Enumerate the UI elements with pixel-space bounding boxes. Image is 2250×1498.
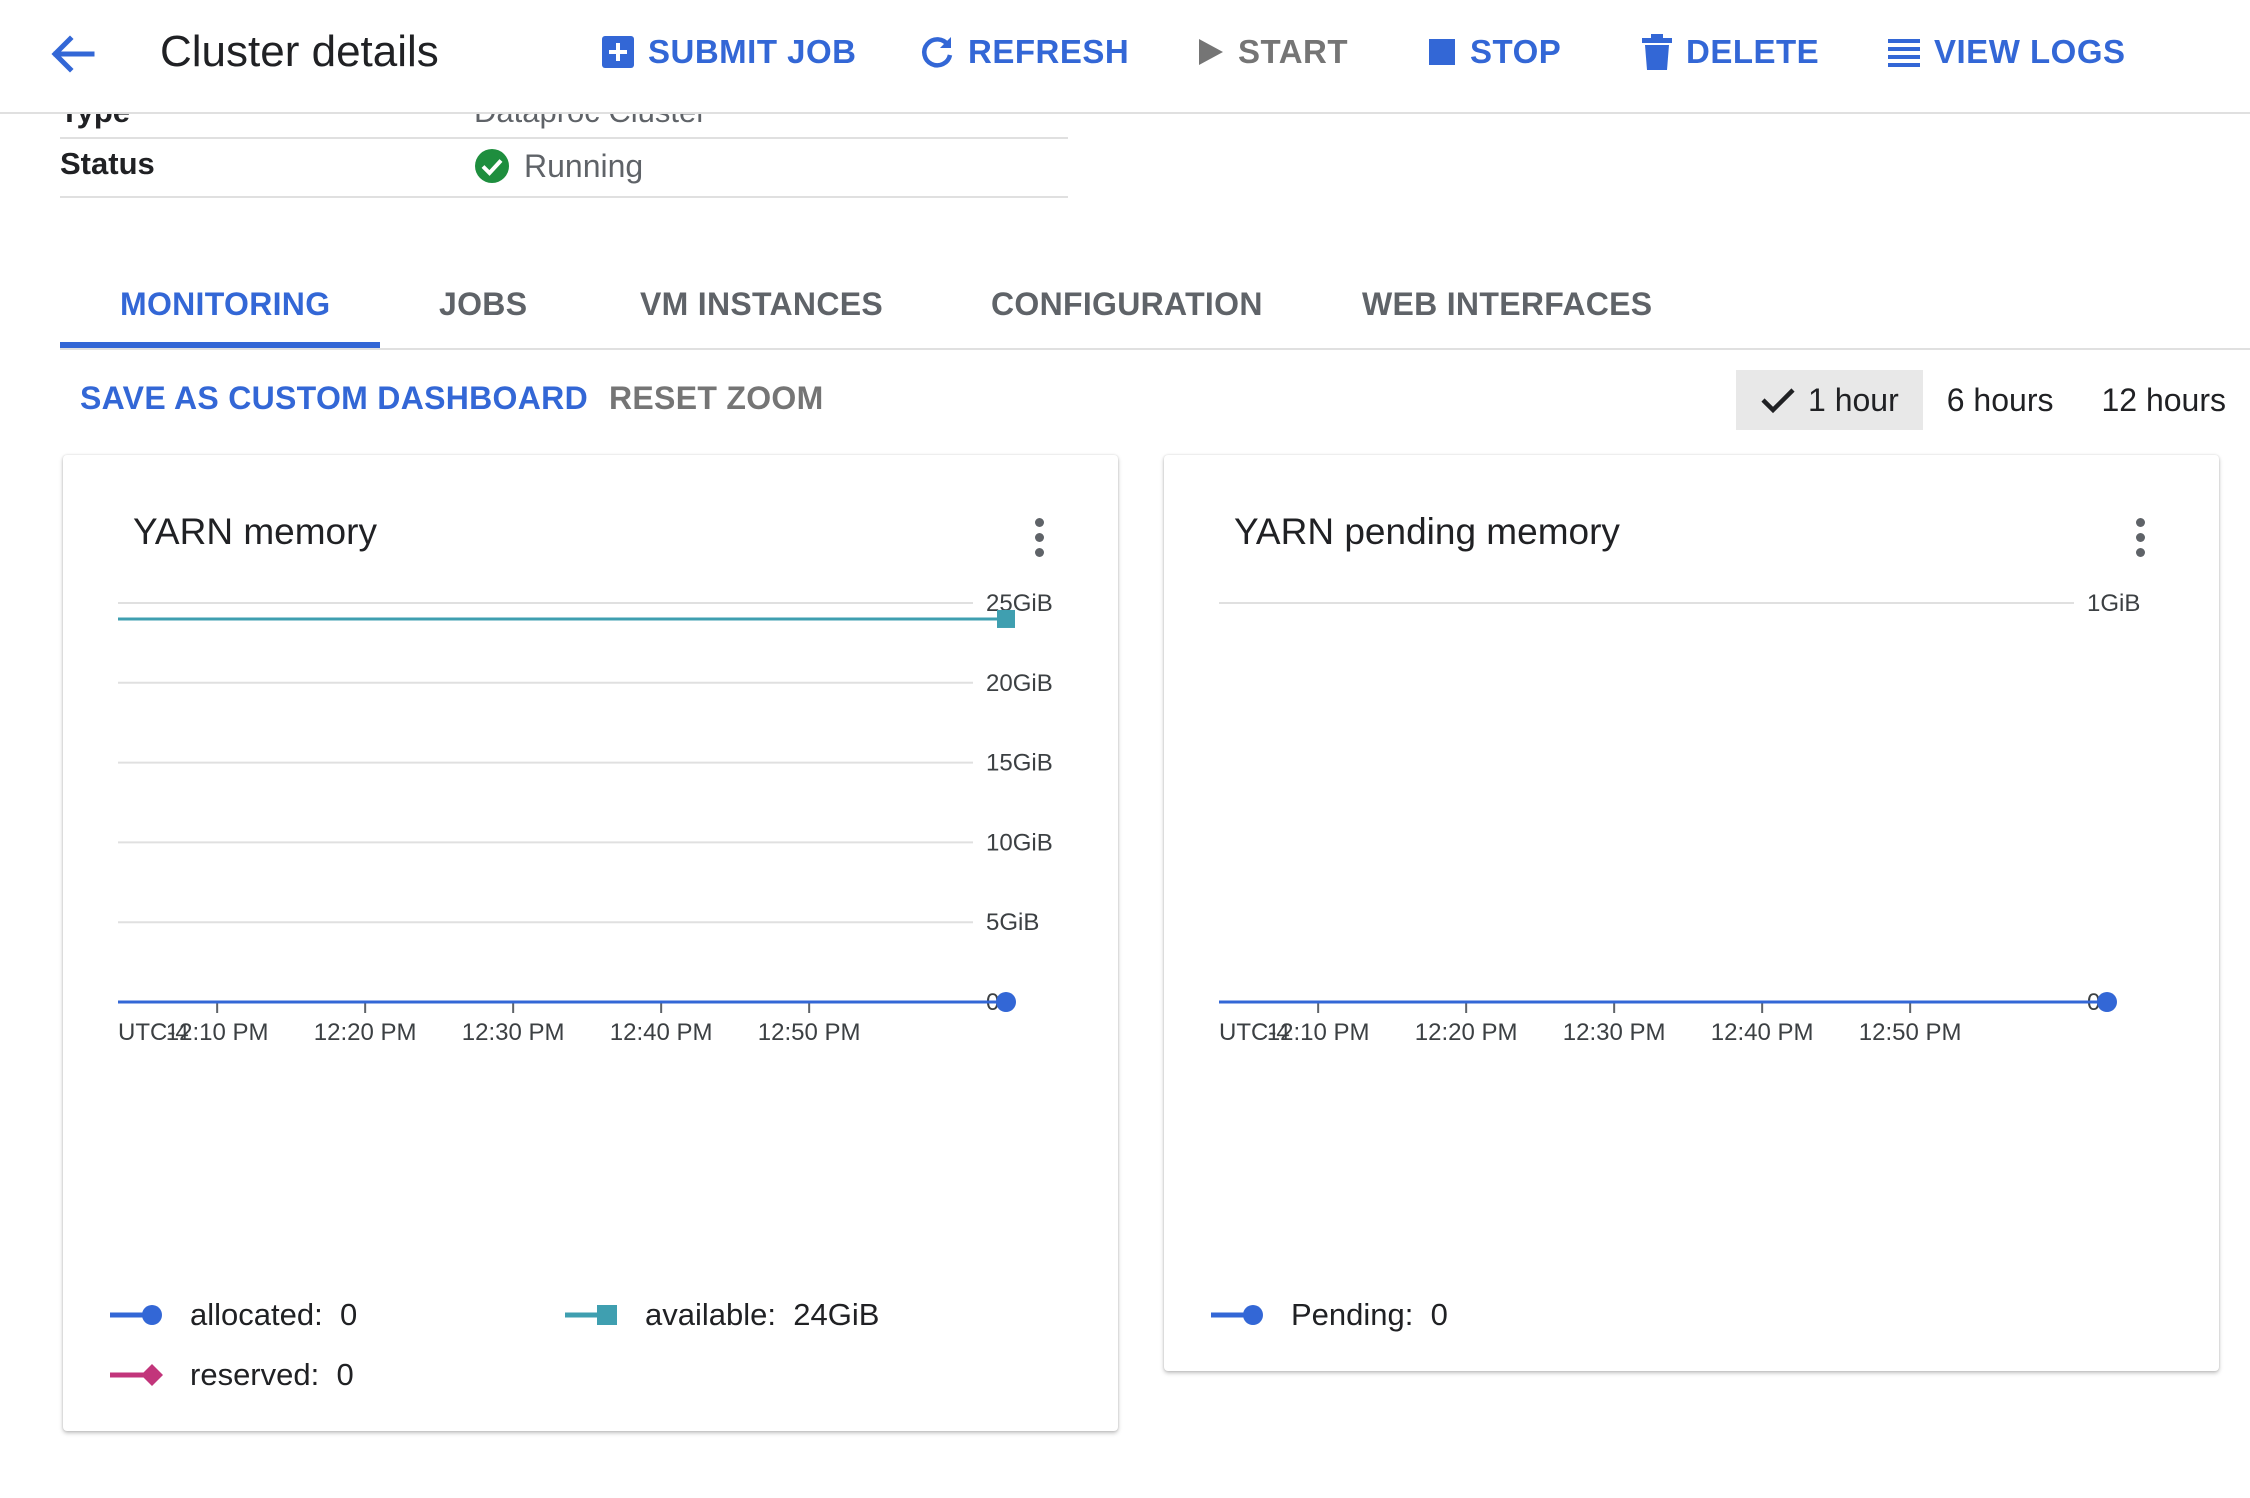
delete-button[interactable]: DELETE — [1640, 24, 1819, 80]
tab-monitoring[interactable]: MONITORING — [120, 276, 330, 348]
legend-circle-marker-icon — [110, 1305, 162, 1325]
tab-jobs[interactable]: JOBS — [439, 276, 527, 348]
refresh-label: REFRESH — [968, 33, 1130, 70]
type-label: Type — [60, 114, 130, 130]
x-tick-label: 12:20 PM — [314, 1019, 417, 1046]
y-tick-label: 5GiB — [986, 909, 1039, 936]
legend-value: 0 — [339, 1297, 358, 1332]
row-divider — [60, 137, 1068, 139]
tab-vm-instances[interactable]: VM INSTANCES — [640, 276, 883, 348]
series-marker-allocated — [996, 992, 1016, 1012]
y-tick-label: 15GiB — [986, 750, 1053, 777]
yarn-pending-memory-chart[interactable]: 01GiBUTC-412:10 PM 12:20 PM 12:30 PM 12:40 … — [1164, 455, 2219, 1371]
tab-web-interfaces[interactable]: WEB INTERFACES — [1362, 276, 1652, 348]
x-tick-label: 12:40 PM — [1711, 1019, 1814, 1046]
x-tick-label: 12:30 PM — [462, 1019, 565, 1046]
view-logs-button[interactable]: VIEW LOGS — [1886, 24, 2126, 80]
legend-value: 24GiB — [793, 1297, 880, 1332]
series-marker-available — [997, 609, 1015, 628]
legend-name: Pending — [1291, 1297, 1405, 1332]
legend-allocated: allocated: 0 — [108, 1295, 357, 1335]
legend-pending: Pending: 0 — [1209, 1295, 1448, 1335]
x-tick-label: 12:10 PM — [1267, 1019, 1370, 1046]
row-divider — [60, 196, 1068, 198]
reset-zoom-button[interactable]: RESET ZOOM — [609, 380, 824, 417]
submit-job-label: SUBMIT JOB — [648, 33, 857, 70]
y-tick-label: 20GiB — [986, 670, 1053, 697]
view-logs-label: VIEW LOGS — [1934, 33, 2126, 70]
yarn-memory-chart[interactable]: 05GiB10GiB15GiB20GiB25GiBUTC-412:10 PM 12… — [63, 455, 1118, 1431]
range-12-hours[interactable]: 12 hours — [2077, 370, 2250, 430]
legend-name: available — [645, 1297, 768, 1332]
type-value: Dataproc Cluster — [474, 114, 707, 130]
legend-circle-marker-icon — [1211, 1305, 1263, 1325]
add-box-icon — [602, 36, 634, 68]
y-tick-label: 1GiB — [2087, 590, 2140, 617]
legend-colon: : — [310, 1357, 337, 1392]
range-label: 6 hours — [1946, 381, 2054, 418]
type-row: Type Dataproc Cluster — [0, 114, 1100, 132]
save-dashboard-button[interactable]: SAVE AS CUSTOM DASHBOARD — [80, 380, 588, 417]
status-text: Running — [524, 147, 644, 184]
legend-colon: : — [1404, 1297, 1431, 1332]
range-label: 12 hours — [2101, 381, 2226, 418]
legend-value: 0 — [336, 1357, 354, 1392]
stop-icon — [1429, 39, 1455, 65]
status-label: Status — [60, 146, 155, 181]
tab-configuration[interactable]: CONFIGURATION — [991, 276, 1263, 348]
legend-reserved: reserved: 0 — [108, 1355, 354, 1395]
legend-name: allocated — [190, 1297, 315, 1332]
list-icon — [1888, 39, 1920, 67]
x-tick-label: 12:40 PM — [610, 1019, 713, 1046]
legend-colon: : — [767, 1297, 794, 1332]
x-tick-label: 12:50 PM — [758, 1019, 861, 1046]
legend-diamond-marker-icon — [110, 1364, 163, 1386]
status-value: Running — [474, 146, 643, 186]
page-title: Cluster details — [160, 27, 439, 76]
arrow-back-icon — [51, 35, 95, 73]
stop-button[interactable]: STOP — [1426, 24, 1561, 80]
time-range-selector: 1 hour 6 hours 12 hours — [1736, 370, 2250, 430]
header-bar: Cluster details SUBMIT JOB REFRESH START… — [0, 0, 2250, 114]
range-1-hour[interactable]: 1 hour — [1736, 370, 1923, 430]
x-tick-label: 12:20 PM — [1415, 1019, 1518, 1046]
legend-value: 0 — [1430, 1297, 1448, 1332]
check-icon — [1761, 388, 1795, 414]
yarn-pending-memory-card: YARN pending memory 0 1GiB UTC-4 12:10 PM 12… — [1164, 455, 2219, 1371]
y-tick-label: 10GiB — [986, 829, 1053, 856]
trash-icon — [1642, 34, 1672, 70]
submit-job-button[interactable]: SUBMIT JOB — [600, 24, 857, 80]
y-tick-label: 25GiB — [986, 590, 1053, 617]
back-button[interactable] — [40, 22, 104, 86]
legend-name: reserved — [190, 1357, 311, 1392]
start-label: START — [1238, 33, 1349, 70]
refresh-button[interactable]: REFRESH — [918, 24, 1129, 80]
legend-available: available: 24GiB — [563, 1295, 879, 1335]
stop-label: STOP — [1470, 33, 1562, 70]
range-label: 1 hour — [1808, 381, 1899, 418]
series-marker-pending — [2097, 992, 2117, 1012]
yarn-memory-card: YARN memory 0 5GiB 10GiB 15GiB 20GiB 25GiB UTC… — [63, 455, 1118, 1431]
range-6-hours[interactable]: 6 hours — [1923, 370, 2078, 430]
play-icon — [1199, 39, 1223, 65]
check-circle-icon — [475, 149, 509, 183]
refresh-icon — [922, 37, 953, 68]
start-button[interactable]: START — [1194, 24, 1348, 80]
legend-square-marker-icon — [565, 1305, 617, 1325]
x-tick-label: 12:50 PM — [1859, 1019, 1962, 1046]
delete-label: DELETE — [1686, 33, 1820, 70]
x-tick-label: 12:10 PM — [166, 1019, 269, 1046]
x-tick-label: 12:30 PM — [1563, 1019, 1666, 1046]
legend-colon: : — [314, 1297, 340, 1332]
tabs-divider — [60, 348, 2250, 350]
